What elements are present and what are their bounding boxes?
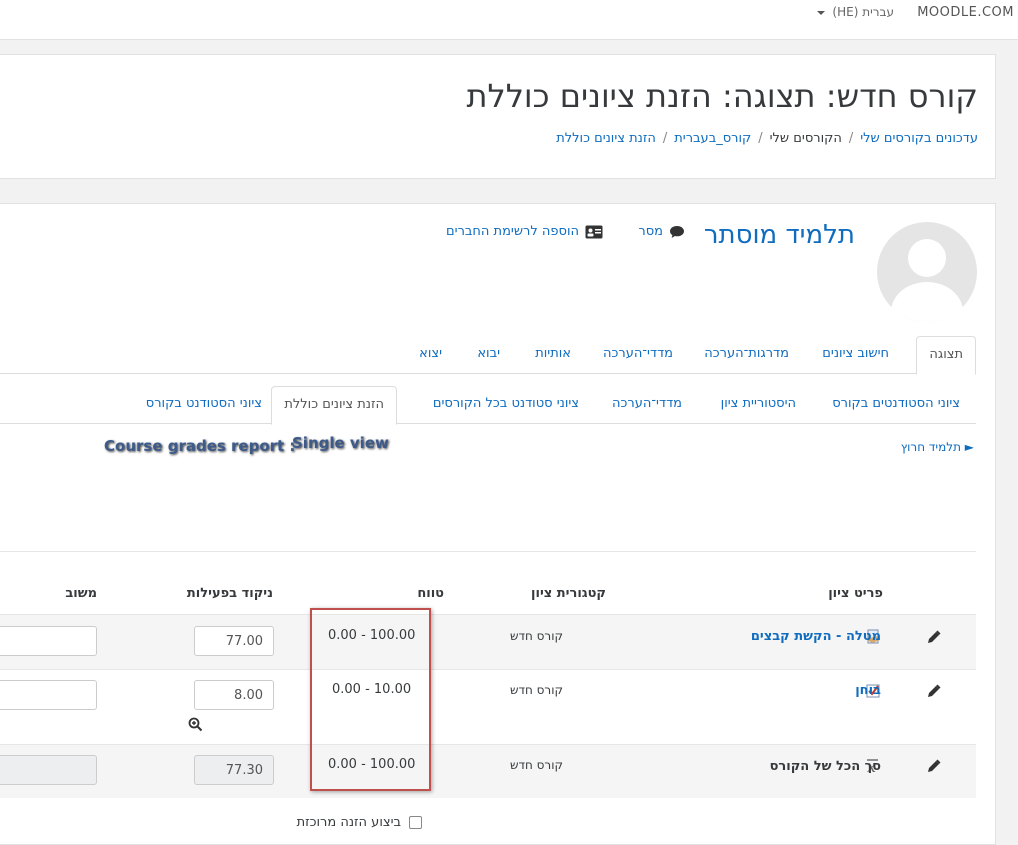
pencil-icon[interactable] [926, 684, 941, 699]
language-label: עברית (HE) [832, 5, 894, 19]
user-name-link[interactable]: תלמיד מוסתר [704, 220, 855, 250]
caret-down-icon [816, 10, 825, 15]
header-range: טווח [417, 586, 444, 601]
add-contact-label: הוספה לרשימת החברים [446, 224, 579, 239]
avatar-head [908, 239, 946, 277]
page-header: קורס חדש: תצוגה: הזנת ציונים כוללת עדכונ… [0, 54, 996, 179]
add-contact-link[interactable]: הוספה לרשימת החברים [446, 224, 603, 239]
site-brand-link[interactable]: MOODLE.COM [917, 5, 1014, 20]
breadcrumb-item-my-courses: הקורסים שלי [769, 131, 842, 146]
grade-item-link[interactable]: מטלה - הקשת קבצים [751, 629, 881, 644]
tab-scales[interactable]: מדרגות־הערכה [704, 336, 789, 372]
message-label: מסר [638, 224, 663, 239]
breadcrumb-item-dashboard[interactable]: עדכונים בקורסים שלי [860, 131, 978, 146]
breadcrumb-separator: / [758, 131, 763, 146]
grade-input[interactable] [194, 680, 274, 710]
grade-input-readonly [194, 755, 274, 785]
breadcrumb-separator: / [848, 131, 854, 146]
header-category: קטגורית ציון [531, 586, 606, 601]
tab-overview-report[interactable]: ציוני סטודנט בכל הקורסים [433, 386, 579, 422]
header-grade: ניקוד בפעילות [186, 586, 273, 601]
tab-view[interactable]: תצוגה [916, 336, 976, 375]
top-navbar: MOODLE.COM עברית (HE) [0, 0, 1018, 40]
feedback-input[interactable] [0, 680, 97, 710]
course-total-label: סך הכל של הקורס [769, 759, 881, 774]
bulk-insert-label: ביצוע הזנה מרוכזת [296, 815, 401, 830]
bulk-insert-toggle[interactable]: ביצוע הזנה מרוכזת [297, 815, 422, 830]
student-selector-toggle[interactable]: ► תלמיד חרוץ [901, 440, 974, 454]
tab-outcomes[interactable]: מדדי־הערכה [603, 336, 673, 372]
address-card-icon [585, 225, 603, 238]
header-feedback: משוב [65, 586, 97, 601]
section-divider [0, 551, 976, 552]
annotation-course-grades-report: Course grades report : [104, 437, 296, 455]
pencil-icon[interactable] [926, 759, 941, 774]
range-highlight-box [310, 608, 431, 791]
breadcrumb-separator: / [662, 131, 668, 146]
breadcrumb-item-course[interactable]: קורס_בעברית [674, 131, 751, 146]
message-link[interactable]: מסר [638, 224, 685, 239]
annotation-single-view: Single view [292, 434, 389, 452]
tab-letters[interactable]: אותיות [535, 336, 571, 372]
grade-category: קורס חדש [509, 683, 563, 697]
secondary-tabs: ציוני הסטודנטים בקורס היסטוריית ציון מדד… [0, 386, 976, 425]
comment-icon [670, 225, 684, 238]
language-menu[interactable]: עברית (HE) [816, 5, 894, 19]
bulk-insert-checkbox[interactable] [409, 816, 422, 829]
breadcrumb: עדכונים בקורסים שלי / הקורסים שלי / קורס_בעב… [556, 131, 978, 146]
tab-grader-report[interactable]: ציוני הסטודנטים בקורס [832, 386, 960, 422]
tab-setup[interactable]: חישוב ציונים [822, 336, 889, 372]
avatar-body [891, 282, 963, 322]
grade-item-link[interactable]: בוחן [855, 683, 881, 698]
primary-tabs: תצוגה חישוב ציונים מדרגות־הערכה מדדי־הער… [0, 336, 976, 375]
table-row [0, 669, 976, 745]
page-title: קורס חדש: תצוגה: הזנת ציונים כוללת [466, 77, 978, 115]
header-grade-item: פריט ציון [828, 586, 883, 601]
tab-single-view[interactable]: הזנת ציונים כוללת [271, 386, 397, 425]
feedback-input-readonly [0, 755, 97, 785]
tab-export[interactable]: יצוא [419, 336, 442, 372]
grade-input[interactable] [194, 626, 274, 656]
avatar[interactable] [877, 222, 977, 322]
zoom-in-icon[interactable] [188, 717, 203, 732]
breadcrumb-item-grader[interactable]: הזנת ציונים כוללת [556, 131, 656, 146]
tab-user-report[interactable]: ציוני הסטודנט בקורס [146, 386, 262, 422]
pencil-icon[interactable] [926, 630, 941, 645]
grade-category: קורס חדש [509, 758, 563, 772]
grade-category: קורס חדש [509, 629, 563, 643]
feedback-input[interactable] [0, 626, 97, 656]
tab-grade-history[interactable]: היסטוריית ציון [721, 386, 796, 422]
tab-import[interactable]: יבוא [477, 336, 500, 372]
tab-outcomes-report[interactable]: מדדי־הערכה [612, 386, 682, 422]
